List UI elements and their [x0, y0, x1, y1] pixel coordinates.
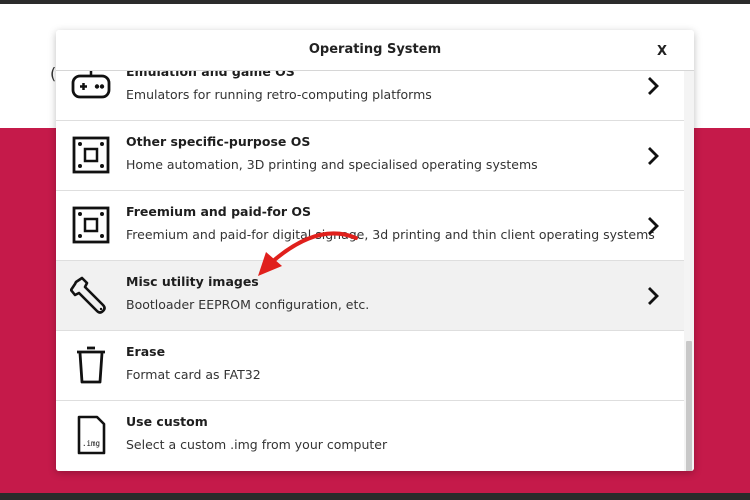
item-title: Emulation and game OS [126, 71, 295, 79]
file-img-icon: .img [77, 415, 106, 455]
chevron-right-icon [648, 217, 659, 235]
item-title: Misc utility images [126, 274, 259, 289]
item-title: Other specific-purpose OS [126, 134, 311, 149]
dialog-title: Operating System [308, 42, 442, 57]
close-button[interactable]: X [650, 40, 674, 62]
chevron-right-icon [648, 77, 659, 95]
chevron-right-icon [648, 147, 659, 165]
trash-icon [77, 346, 105, 384]
bottom-window-edge [0, 493, 750, 500]
os-list[interactable]: Emulation and game OS Emulators for runn… [56, 71, 684, 471]
item-description: Home automation, 3D printing and special… [126, 157, 538, 172]
board-icon [72, 206, 110, 244]
item-title: Freemium and paid-for OS [126, 204, 312, 219]
file-extension-label: .img [82, 439, 100, 448]
dialog-header: Operating System X [56, 30, 694, 71]
board-icon [72, 136, 110, 174]
item-title: Erase [126, 344, 166, 359]
os-item-freemium[interactable]: Freemium and paid-for OS Freemium and pa… [56, 191, 684, 261]
gamepad-icon [71, 71, 111, 99]
item-description: Format card as FAT32 [126, 367, 261, 382]
item-description: Freemium and paid-for digital signage, 3… [126, 227, 655, 242]
item-description: Bootloader EEPROM configuration, etc. [126, 297, 370, 312]
wrench-icon [70, 276, 106, 314]
item-description: Select a custom .img from your computer [126, 437, 388, 452]
item-title: Use custom [126, 414, 208, 429]
item-description: Emulators for running retro-computing pl… [126, 87, 432, 102]
chevron-right-icon [648, 287, 659, 305]
os-item-specific-purpose[interactable]: Other specific-purpose OS Home automatio… [56, 121, 684, 191]
scrollbar-thumb[interactable] [686, 341, 692, 471]
os-item-emulation[interactable]: Emulation and game OS Emulators for runn… [56, 71, 684, 121]
os-item-misc-utility[interactable]: Misc utility images Bootloader EEPROM co… [56, 261, 684, 331]
os-item-erase[interactable]: Erase Format card as FAT32 [56, 331, 684, 401]
scrollbar-track[interactable] [684, 71, 694, 471]
operating-system-dialog: Operating System X Emulation and game OS… [56, 30, 694, 471]
os-item-use-custom[interactable]: .img Use custom Select a custom .img fro… [56, 401, 684, 471]
